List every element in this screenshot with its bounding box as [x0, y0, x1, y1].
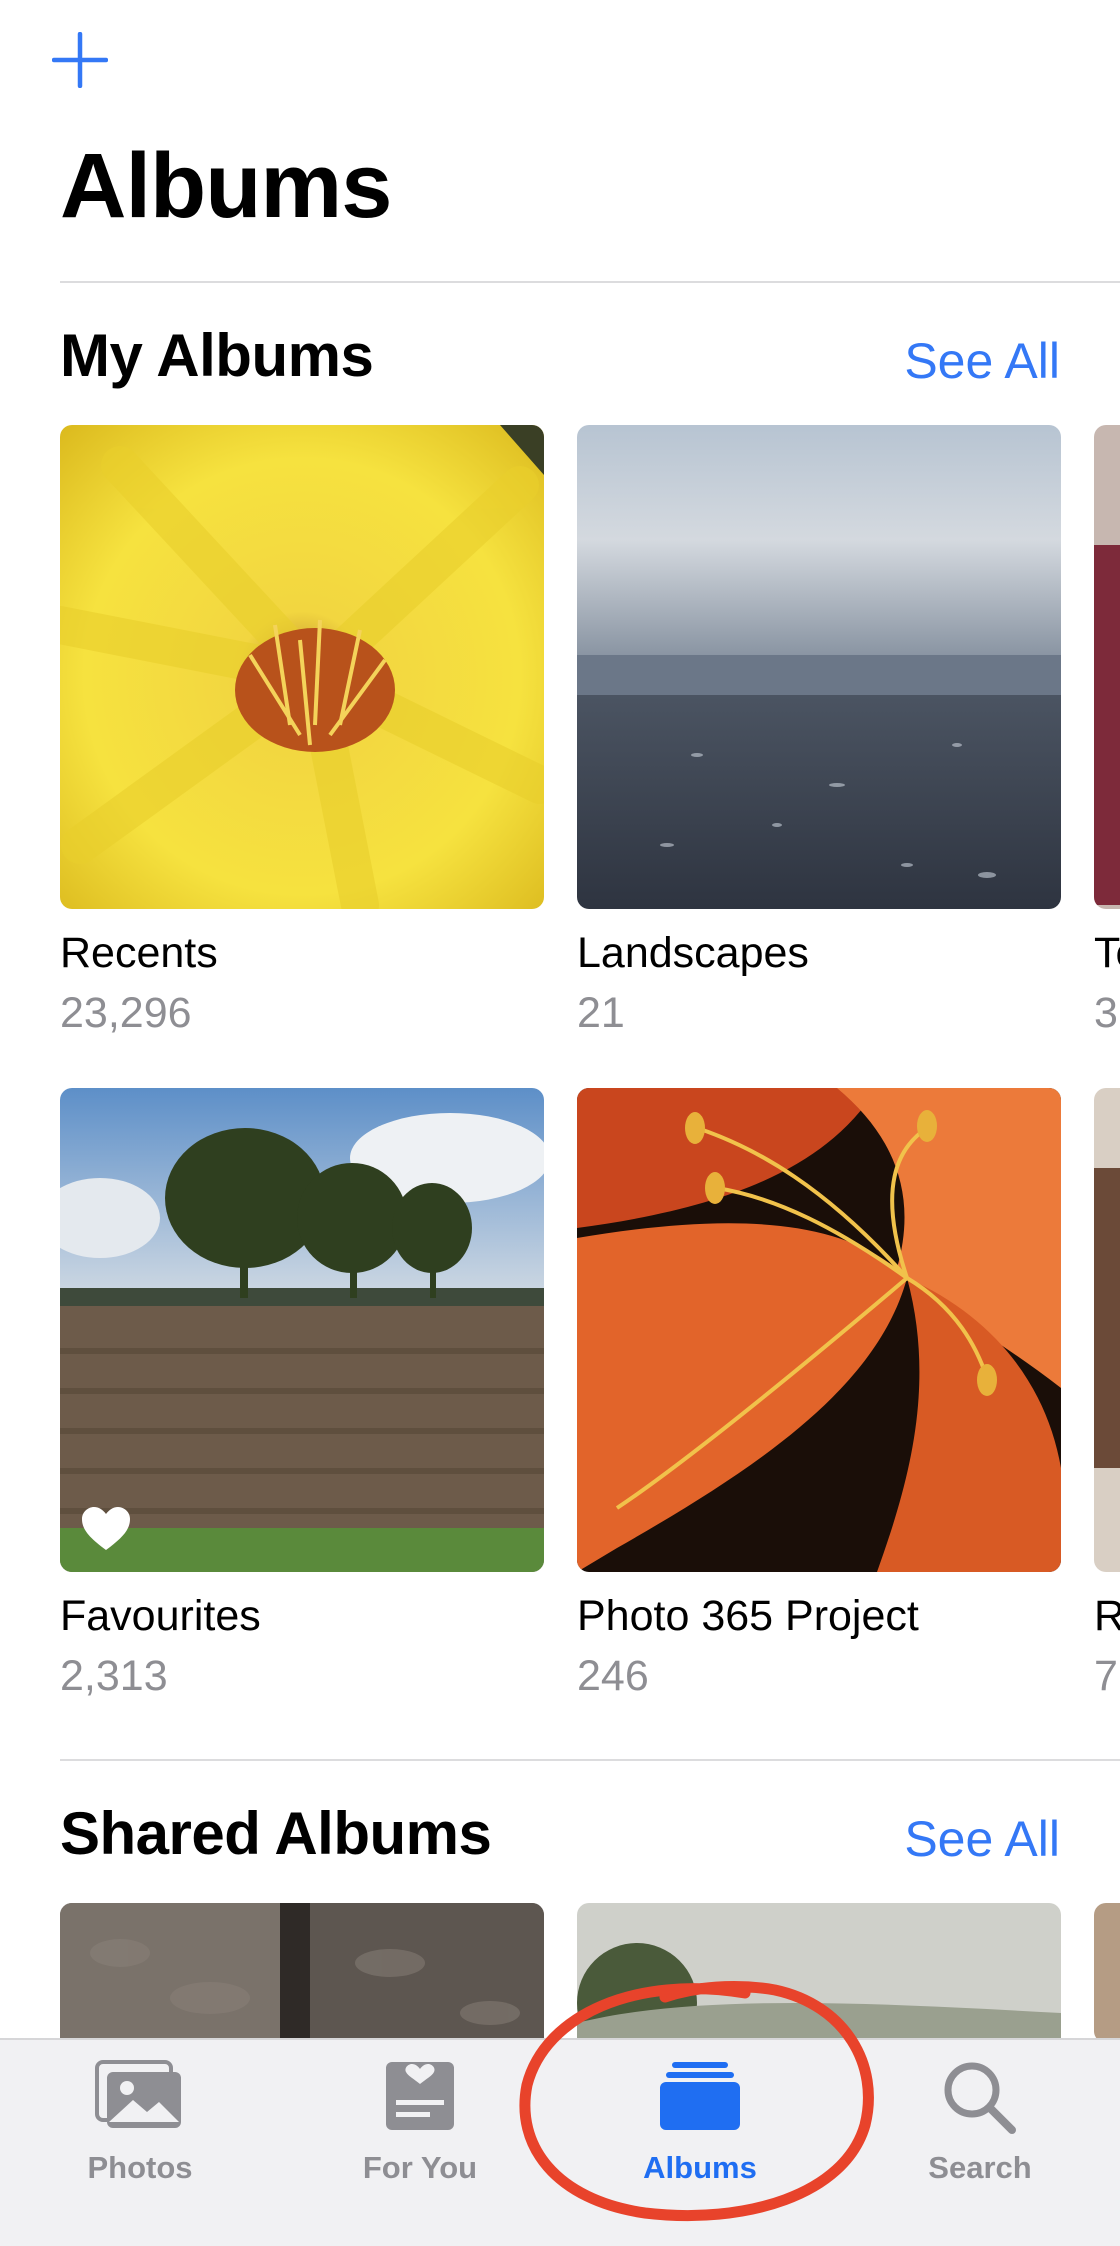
tab-photos[interactable]: Photos: [0, 2040, 280, 2246]
album-name: Photo 365 Project: [577, 1592, 919, 1640]
beach-landscape-image: [577, 425, 1061, 909]
album-name: Favourites: [60, 1592, 261, 1640]
album-thumbnail-favourites[interactable]: [60, 1088, 544, 1572]
divider: [60, 281, 1120, 283]
my-albums-title: My Albums: [60, 322, 374, 389]
album-name: Landscapes: [577, 929, 809, 977]
album-count: 2,313: [60, 1652, 168, 1700]
plus-icon: [51, 31, 109, 89]
album-count: 246: [577, 1652, 649, 1700]
shared-album-thumbnail[interactable]: [577, 1903, 1061, 2043]
shared-album-thumbnail[interactable]: [60, 1903, 544, 2043]
search-icon: [944, 2062, 1016, 2134]
stone-wall-image: [60, 1903, 544, 2043]
album-thumbnail-recents[interactable]: [60, 425, 544, 909]
tab-search[interactable]: Search: [840, 2040, 1120, 2246]
album-thumbnail-peek[interactable]: [1094, 1088, 1120, 1572]
album-name: Recents: [60, 929, 218, 977]
my-albums-see-all-button[interactable]: See All: [904, 336, 1060, 386]
tab-for-you[interactable]: For You: [280, 2040, 560, 2246]
shared-albums-title: Shared Albums: [60, 1800, 492, 1867]
orange-lily-image: [577, 1088, 1061, 1572]
yellow-flower-image: [60, 425, 544, 909]
tab-label: Photos: [87, 2150, 193, 2185]
tab-bar: Photos For You Albums Search: [0, 2038, 1120, 2246]
shared-albums-see-all-button[interactable]: See All: [904, 1814, 1060, 1864]
add-album-button[interactable]: [51, 31, 109, 89]
page-title: Albums: [60, 135, 392, 237]
photos-icon: [95, 2060, 181, 2128]
album-thumbnail-photo-365-project[interactable]: [577, 1088, 1061, 1572]
misty-landscape-image: [577, 1903, 1061, 2043]
shared-album-thumbnail-peek[interactable]: [1094, 1903, 1120, 2043]
tab-label: Albums: [643, 2150, 757, 2185]
trees-field-image: [60, 1088, 544, 1572]
album-count: 7: [1094, 1652, 1118, 1700]
album-thumbnail-peek[interactable]: [1094, 425, 1120, 909]
for-you-icon: [386, 2062, 454, 2130]
tab-albums[interactable]: Albums: [560, 2040, 840, 2246]
album-count: 3: [1094, 989, 1118, 1037]
divider: [60, 1759, 1120, 1761]
album-count: 23,296: [60, 989, 192, 1037]
album-count: 21: [577, 989, 625, 1037]
album-name: R: [1094, 1592, 1120, 1640]
album-name: Te: [1094, 929, 1120, 977]
tab-label: Search: [928, 2150, 1032, 2185]
tab-label: For You: [362, 2150, 478, 2185]
heart-icon: [82, 1507, 130, 1550]
album-thumbnail-landscapes[interactable]: [577, 425, 1061, 909]
albums-icon: [660, 2062, 740, 2130]
